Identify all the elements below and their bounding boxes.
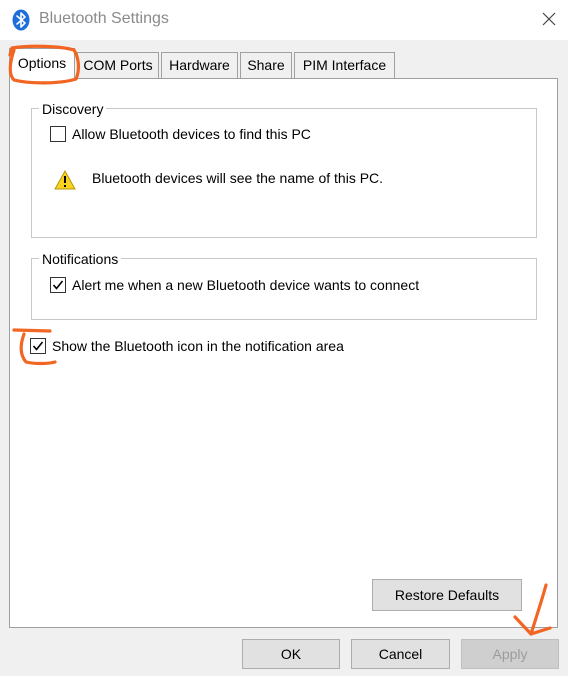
checkmark-icon (32, 341, 44, 351)
tab-share[interactable]: Share (240, 52, 292, 78)
allow-find-checkbox[interactable] (50, 126, 66, 142)
tab-options[interactable]: Options (9, 48, 75, 80)
apply-button[interactable]: Apply (461, 639, 559, 669)
tab-pim-interface[interactable]: PIM Interface (294, 52, 395, 78)
cancel-button[interactable]: Cancel (351, 639, 450, 669)
notifications-group-label: Notifications (39, 251, 122, 267)
close-button[interactable] (536, 6, 562, 32)
tab-panel-options: Discovery Allow Bluetooth devices to fin… (9, 78, 558, 628)
title-bar: Bluetooth Settings (0, 0, 568, 40)
tab-hardware[interactable]: Hardware (161, 52, 238, 78)
discovery-group-label: Discovery (39, 101, 107, 117)
alert-new-device-checkbox[interactable] (50, 277, 66, 293)
alert-new-device-label: Alert me when a new Bluetooth device wan… (72, 277, 420, 293)
show-icon-checkbox[interactable] (30, 338, 46, 354)
allow-find-label: Allow Bluetooth devices to find this PC (72, 126, 311, 142)
close-icon (542, 12, 556, 26)
discovery-warning-text: Bluetooth devices will see the name of t… (92, 170, 384, 186)
restore-defaults-button[interactable]: Restore Defaults (372, 579, 522, 611)
show-icon-label: Show the Bluetooth icon in the notificat… (52, 338, 344, 354)
window-title: Bluetooth Settings (39, 10, 169, 27)
warning-icon (54, 170, 76, 190)
tab-com-ports[interactable]: COM Ports (77, 52, 159, 78)
bluetooth-icon (12, 9, 30, 31)
checkmark-icon (52, 280, 64, 290)
ok-button[interactable]: OK (242, 639, 340, 669)
